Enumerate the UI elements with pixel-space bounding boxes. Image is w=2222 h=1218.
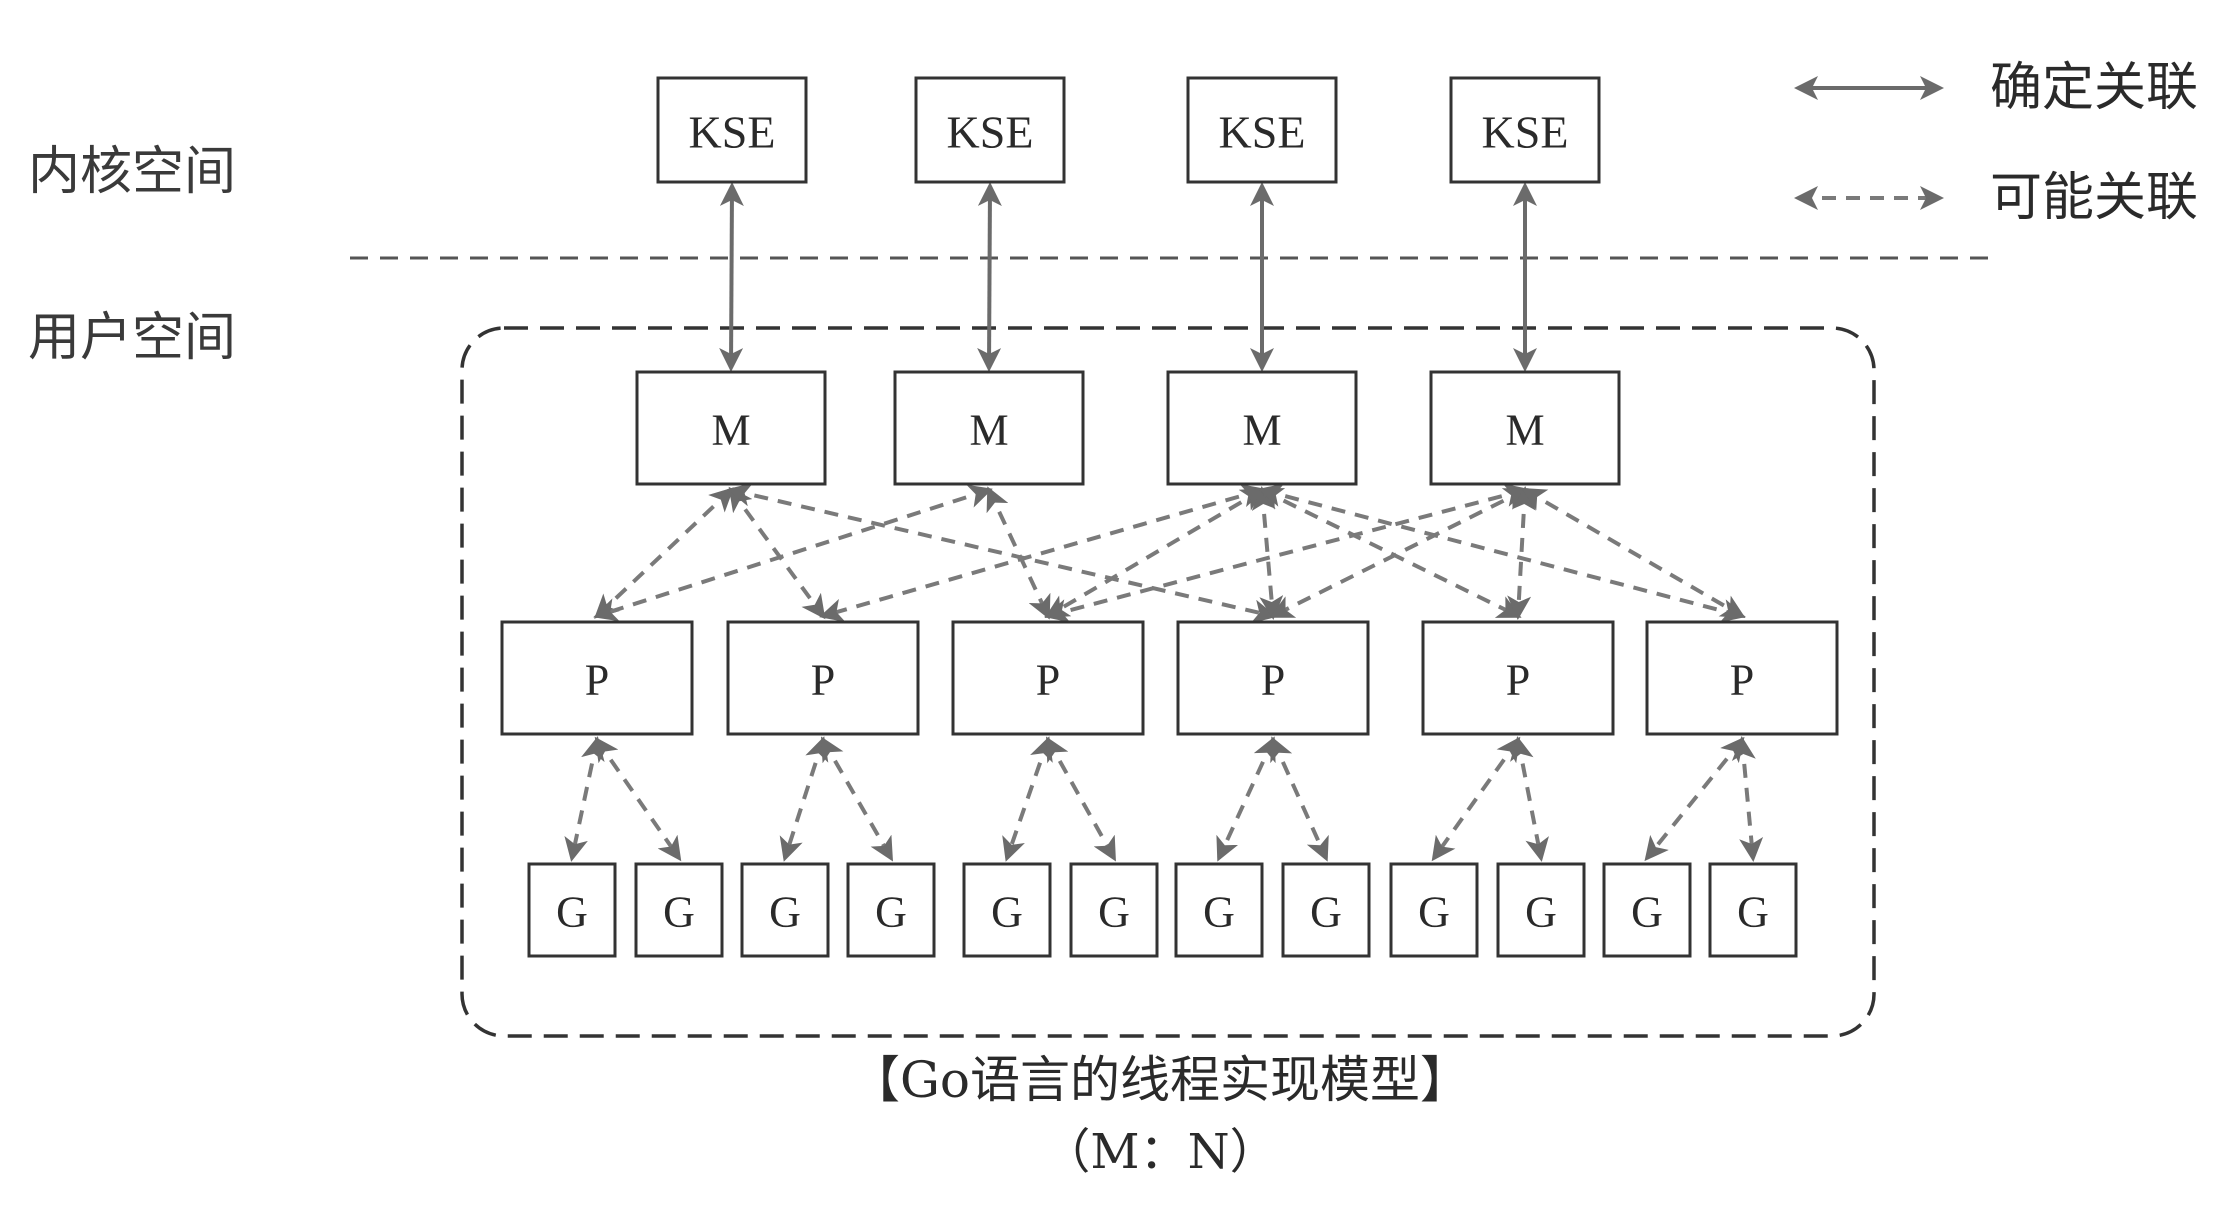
g-node-label: G [1418,888,1450,937]
m-node: M [893,370,1085,486]
g-node: G [1496,862,1586,958]
g-node: G [1281,862,1371,958]
p-node-label: P [811,656,835,705]
kse-m-link [977,182,1002,372]
m-p-link [1251,486,1284,620]
links-layer [564,182,1764,862]
g-node-label: G [1631,888,1663,937]
p-g-link [1431,736,1521,862]
kse-m-link [719,182,744,372]
m-node-label: M [711,406,750,455]
p-node: P [726,620,920,736]
m-node: M [635,370,827,486]
p-g-link [821,736,893,862]
g-node-label: G [556,888,588,937]
legend-possible-label: 可能关联 [1990,168,2198,228]
g-node: G [1174,862,1264,958]
p-g-link [1644,736,1745,862]
p-node: P [1421,620,1615,736]
m-node-label: M [969,406,1008,455]
g-node-label: G [1098,888,1130,937]
legend-definite-label: 确定关联 [1990,58,2198,118]
p-node-label: P [585,656,609,705]
thread-model-diagram: 内核空间 用户空间 确定关联 可能关联 KSE KSE KSE KSE M M M M P P P P… [28,58,2198,1180]
p-node-label: P [1261,656,1285,705]
p-g-link [779,736,829,862]
m-p-link [1044,483,1529,623]
p-g-link [564,736,605,862]
m-node-label: M [1242,406,1281,455]
g-node: G [740,862,830,958]
p-node-label: P [1036,656,1060,705]
m-p-link [1507,486,1536,620]
user-space-label: 用户空间 [28,308,236,368]
diagram-caption-ratio: （M：N） [1042,1124,1277,1180]
g-node-label: G [1525,888,1557,937]
m-p-link [819,483,1266,623]
kse-node: KSE [914,76,1066,184]
m-node-label: M [1505,406,1544,455]
p-g-link [1002,736,1053,862]
p-node: P [500,620,694,736]
m-p-link [1258,488,1522,618]
kse-node-label: KSE [689,107,776,158]
m-p-link [1258,483,1746,623]
m-p-link [594,487,734,619]
p-g-link [1270,736,1329,862]
m-p-link [1521,487,1746,619]
p-node: P [1645,620,1839,736]
kse-node-label: KSE [947,107,1034,158]
m-node: M [1429,370,1621,486]
p-node: P [951,620,1145,736]
kse-node: KSE [1186,76,1338,184]
kse-node-label: KSE [1482,107,1569,158]
m-node: M [1166,370,1358,486]
g-node-label: G [875,888,907,937]
g-node: G [634,862,724,958]
g-node-label: G [991,888,1023,937]
g-node-label: G [1203,888,1235,937]
p-node-label: P [1506,656,1530,705]
kse-node: KSE [1449,76,1601,184]
p-g-link [594,736,682,862]
p-g-link [1510,736,1549,862]
diagram-caption-title: 【Go语言的线程实现模型】 [850,1051,1470,1109]
legend: 确定关联 可能关联 [1794,58,2198,228]
p-node: P [1176,620,1370,736]
g-node: G [1389,862,1479,958]
kse-node-label: KSE [1219,107,1306,158]
g-node: G [1708,862,1798,958]
p-g-link [1731,736,1764,862]
kse-node: KSE [656,76,808,184]
m-p-link [1269,488,1529,618]
p-node-label: P [1730,656,1754,705]
kernel-space-label: 内核空间 [28,142,236,202]
g-node-label: G [1737,888,1769,937]
g-node: G [1069,862,1159,958]
m-p-link [593,484,993,622]
m-p-link [1044,487,1266,619]
g-node-label: G [663,888,695,937]
g-node: G [1602,862,1692,958]
g-node: G [846,862,936,958]
p-g-link [1216,736,1276,862]
g-node-label: G [1310,888,1342,937]
p-g-link [1046,736,1116,862]
g-node-label: G [769,888,801,937]
g-node: G [962,862,1052,958]
g-node: G [527,862,617,958]
